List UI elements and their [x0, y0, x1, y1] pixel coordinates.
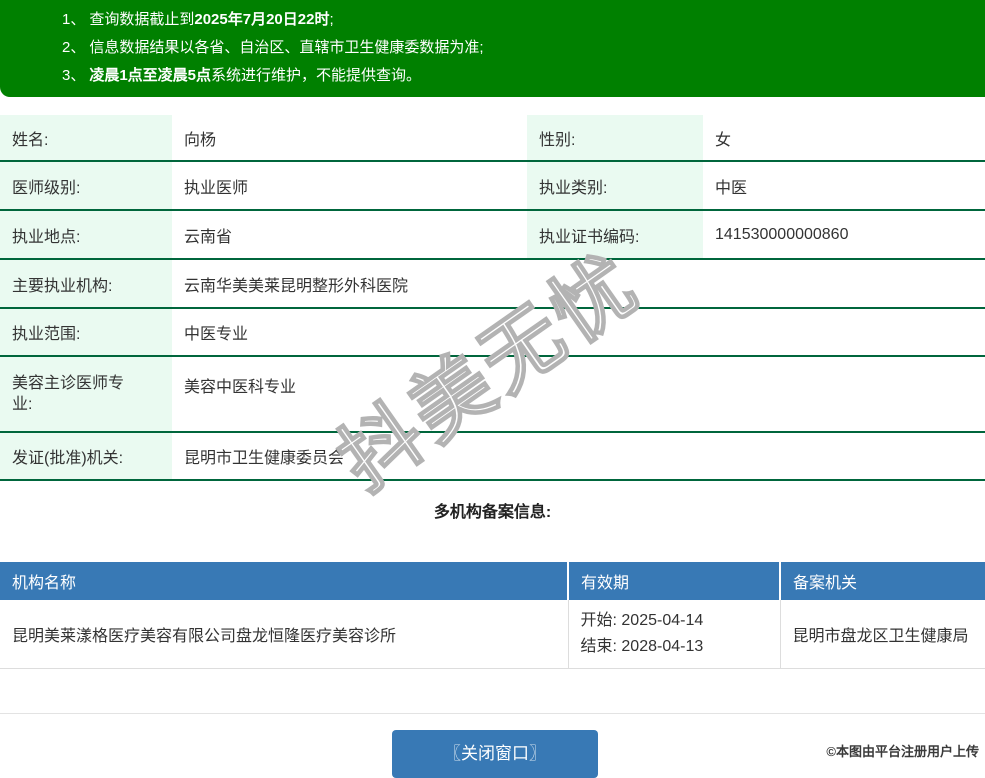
issuing-authority-value: 昆明市卫生健康委员会 — [172, 432, 985, 481]
multi-org-section-title: 多机构备案信息: — [433, 504, 552, 521]
table-row: 主要执业机构: 云南华美美莱昆明整形外科医院 — [0, 259, 985, 309]
notice-text-bold: 2025年7月20日22时 — [194, 11, 330, 28]
multi-org-table: 机构名称 有效期 备案机关 昆明美莱漾格医疗美容有限公司盘龙恒隆医疗美容诊所 开… — [0, 562, 985, 669]
notice-line-1: 1、 查询数据截止到2025年7月20日22时; — [62, 6, 965, 34]
practice-location-label: 执业地点: — [0, 210, 172, 260]
table-row: 姓名: 向杨 性别: 女 — [0, 115, 985, 162]
notice-text-bold: 凌晨1点至凌晨5点 — [89, 67, 212, 84]
notice-number: 3、 — [62, 67, 86, 84]
primary-org-label: 主要执业机构: — [0, 259, 172, 309]
cosmetic-specialty-label-text: 美容主诊医师专业: — [12, 375, 125, 413]
doctor-level-label: 医师级别: — [0, 161, 172, 211]
org-name-header: 机构名称 — [0, 562, 568, 600]
validity-end: 结束: 2028-04-13 — [580, 637, 704, 655]
practice-scope-value: 中医专业 — [172, 308, 985, 357]
practice-scope-label: 执业范围: — [0, 308, 172, 357]
table-row: 医师级别: 执业医师 执业类别: 中医 — [0, 161, 985, 211]
gender-value: 女 — [703, 115, 985, 162]
doctor-level-value: 执业医师 — [172, 161, 527, 211]
notice-bar: 1、 查询数据截止到2025年7月20日22时; 2、 信息数据结果以各省、自治区、… — [0, 0, 985, 97]
notice-line-2: 2、 信息数据结果以各省、自治区、直辖市卫生健康委数据为准; — [62, 34, 965, 62]
footer-divider — [0, 713, 985, 714]
notice-number: 2、 — [62, 39, 86, 56]
upload-note: ©本图由平台注册用户上传 — [826, 744, 979, 759]
filing-authority-header: 备案机关 — [779, 562, 985, 600]
notice-text: ; — [329, 11, 334, 28]
practice-category-label: 执业类别: — [527, 161, 703, 211]
practice-category-value: 中医 — [703, 161, 985, 211]
table-header-row: 机构名称 有效期 备案机关 — [0, 562, 985, 600]
notice-text: 查询数据截止到 — [89, 11, 195, 28]
table-row: 昆明美莱漾格医疗美容有限公司盘龙恒隆医疗美容诊所 开始: 2025-04-14 … — [0, 600, 985, 669]
validity-start: 开始: 2025-04-14 — [580, 611, 704, 629]
name-label: 姓名: — [0, 115, 172, 162]
certificate-no-label: 执业证书编码: — [527, 210, 703, 260]
table-row: 美容主诊医师专业: 美容中医科专业 — [0, 356, 985, 433]
validity-cell: 开始: 2025-04-14 结束: 2028-04-13 — [567, 600, 780, 669]
validity-header: 有效期 — [567, 562, 780, 600]
issuing-authority-label: 发证(批准)机关: — [0, 432, 172, 481]
table-row: 执业范围: 中医专业 — [0, 308, 985, 357]
primary-org-value: 云南华美美莱昆明整形外科医院 — [172, 259, 985, 309]
gender-label: 性别: — [527, 115, 703, 162]
notice-number: 1、 — [62, 11, 86, 28]
cosmetic-specialty-label: 美容主诊医师专业: — [0, 356, 172, 433]
profile-table: 姓名: 向杨 性别: 女 医师级别: 执业医师 执业类别: 中医 执业地点: 云… — [0, 115, 985, 481]
name-value: 向杨 — [172, 115, 527, 162]
close-window-button[interactable]: 〖关闭窗口〗 — [392, 730, 598, 778]
notice-line-3: 3、 凌晨1点至凌晨5点系统进行维护，不能提供查询。 — [62, 62, 965, 90]
cosmetic-specialty-value: 美容中医科专业 — [172, 356, 985, 433]
table-row: 发证(批准)机关: 昆明市卫生健康委员会 — [0, 432, 985, 481]
practice-location-value: 云南省 — [172, 210, 527, 260]
certificate-no-value: 141530000000860 — [703, 210, 985, 260]
table-row: 执业地点: 云南省 执业证书编码: 141530000000860 — [0, 210, 985, 260]
notice-text: 系统进行维护，不能提供查询。 — [211, 67, 422, 84]
org-name-cell: 昆明美莱漾格医疗美容有限公司盘龙恒隆医疗美容诊所 — [0, 600, 568, 669]
notice-text: 信息数据结果以各省、自治区、直辖市卫生健康委数据为准; — [89, 39, 484, 56]
filing-authority-cell: 昆明市盘龙区卫生健康局 — [779, 600, 985, 669]
